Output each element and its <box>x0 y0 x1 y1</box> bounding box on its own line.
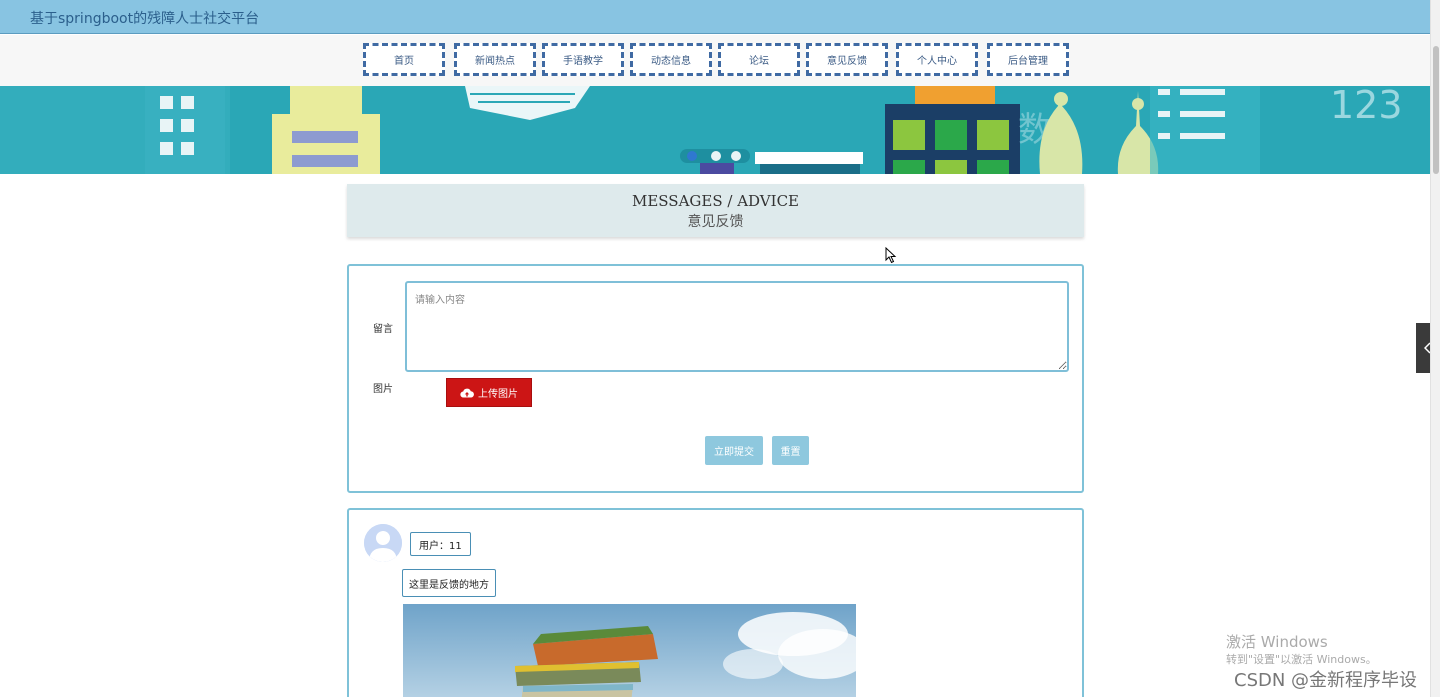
message-textarea[interactable] <box>405 281 1069 372</box>
nav-item-updates[interactable]: 动态信息 <box>630 43 712 76</box>
banner-number-text: 123 <box>1330 86 1403 127</box>
site-title[interactable]: 基于springboot的残障人士社交平台 <box>30 8 259 28</box>
reset-button[interactable]: 重置 <box>772 436 809 465</box>
nav-item-sign-language[interactable]: 手语教学 <box>542 43 624 76</box>
page-scrollbar[interactable] <box>1430 0 1440 697</box>
user-avatar <box>364 524 402 562</box>
csdn-watermark: CSDN @金新程序毕设 <box>1234 670 1418 691</box>
page: 基于springboot的残障人士社交平台 首页 新闻热点 手语教学 动态信息 … <box>0 0 1440 697</box>
scrollbar-thumb[interactable] <box>1433 46 1439 174</box>
upload-image-label: 上传图片 <box>478 389 518 400</box>
nav-item-admin[interactable]: 后台管理 <box>987 43 1069 76</box>
section-title-cn: 意见反馈 <box>687 214 744 230</box>
submit-button[interactable]: 立即提交 <box>705 436 763 465</box>
nav-item-profile[interactable]: 个人中心 <box>896 43 978 76</box>
feedback-form: 留言 图片 上传图片 立即提交 重置 <box>347 264 1084 493</box>
windows-activation-title: 激活 Windows <box>1226 633 1328 651</box>
banner-illustration: 数 123 <box>0 86 1430 174</box>
nav-item-news[interactable]: 新闻热点 <box>454 43 536 76</box>
main-nav: 首页 新闻热点 手语教学 动态信息 论坛 意见反馈 个人中心 后台管理 <box>0 35 1430 86</box>
top-bar: 基于springboot的残障人士社交平台 <box>0 0 1430 34</box>
banner-carousel: 数 123 <box>0 86 1430 174</box>
windows-activation-hint: 转到"设置"以激活 Windows。 <box>1226 653 1377 666</box>
section-title-en: MESSAGES / ADVICE <box>631 192 799 210</box>
user-avatar-icon <box>364 524 402 562</box>
feedback-username: 用户：11 <box>410 532 471 556</box>
mouse-pointer-icon <box>885 247 897 264</box>
nav-item-forum[interactable]: 论坛 <box>718 43 800 76</box>
section-header: MESSAGES / ADVICE 意见反馈 <box>347 184 1084 237</box>
image-label: 图片 <box>373 384 393 395</box>
feedback-books-picture <box>403 604 856 697</box>
feedback-content: 这里是反馈的地方 <box>402 569 496 597</box>
feedback-list: 用户：11 这里是反馈的地方 <box>347 508 1084 697</box>
nav-item-feedback[interactable]: 意见反馈 <box>806 43 888 76</box>
feedback-image[interactable] <box>403 604 856 697</box>
message-label: 留言 <box>373 324 393 335</box>
cloud-upload-icon <box>460 388 474 398</box>
upload-image-button[interactable]: 上传图片 <box>446 378 532 407</box>
nav-item-home[interactable]: 首页 <box>363 43 445 76</box>
